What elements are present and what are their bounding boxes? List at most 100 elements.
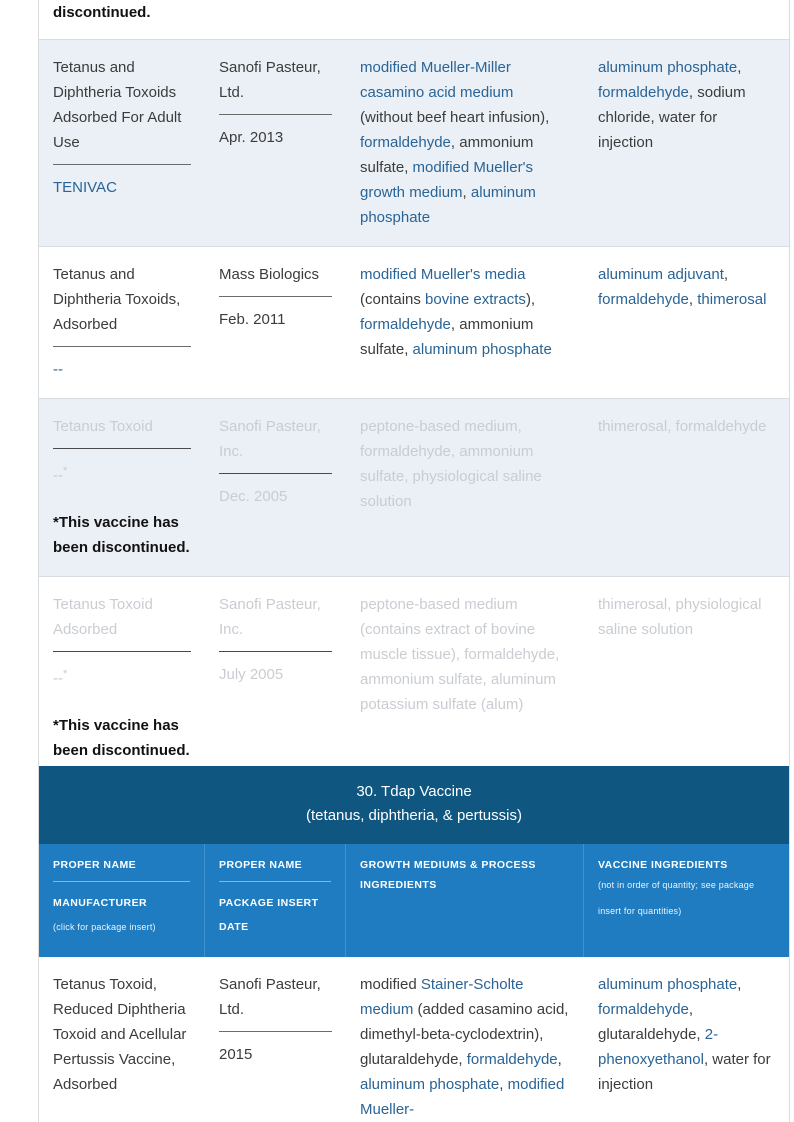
table-row: Tetanus and Diphtheria Toxoids, Adsorbed… [39, 247, 789, 399]
page-root: discontinued. Tetanus and Diphtheria Tox… [0, 0, 794, 1122]
column-header-title: PROPER NAME [219, 859, 303, 871]
td-vaccine-ingredients-cell: thimerosal, physiological saline solutio… [584, 577, 789, 779]
tdap-header-row: PROPER NAME MANUFACTURER (click for packag… [39, 844, 789, 957]
growth-medium-link-2[interactable]: formaldehyde [360, 134, 451, 151]
tdap-vaccine-table: 30. Tdap Vaccine (tetanus, diphtheria, &… [38, 766, 790, 1122]
growth-medium-text-0: modified [360, 976, 421, 993]
column-header-4: VACCINE INGREDIENTS (not in order of quan… [584, 844, 789, 957]
vaccine-ingredient-link-2[interactable]: formaldehyde [598, 84, 689, 101]
table-row: Tetanus and Diphtheria Toxoids Adsorbed … [39, 40, 789, 247]
vaccine-ingredient-text-1: , [737, 976, 742, 993]
td-growth-mediums-cell: modified Mueller's media (contains bovin… [346, 247, 584, 398]
vaccine-ingredient-link-0[interactable]: aluminum phosphate [598, 59, 737, 76]
td-growth-mediums-cell: peptone-based medium (contains extract o… [346, 577, 584, 779]
td-vaccine-ingredients-cell: aluminum phosphate, formaldehyde, sodium… [584, 40, 789, 246]
tdap-title-line-1: 30. Tdap Vaccine [356, 783, 472, 800]
vaccine-ingredient-text-0: thimerosal, formaldehyde [598, 418, 767, 435]
discontinued-asterisk: * [63, 668, 68, 680]
vaccine-ingredient-text-1: , [723, 266, 729, 283]
trade-name-link[interactable]: --* [53, 662, 191, 691]
vaccine-ingredient-link-2[interactable]: formaldehyde [598, 1001, 689, 1018]
proper-name-divider [53, 448, 191, 449]
growth-medium-text-1: (contains [360, 291, 426, 308]
discontinued-asterisk: * [63, 465, 68, 477]
column-header-subtitle: PACKAGE INSERT [219, 897, 319, 909]
manufacturer-label[interactable]: Sanofi Pasteur, Inc. [219, 414, 332, 464]
growth-medium-link-2[interactable]: bovine extracts [425, 291, 526, 308]
td-proper-name-cell: Tetanus Toxoid --* *This vaccine has been … [39, 399, 205, 576]
td-proper-name-cell: Tetanus and Diphtheria Toxoids Adsorbed … [39, 40, 205, 246]
vaccine-ingredient-text-1: , [737, 59, 742, 76]
td-manufacturer-cell: Sanofi Pasteur, Inc. July 2005 [205, 577, 346, 779]
tdap-proper-name-cell: Tetanus Toxoid, Reduced Diphtheria Toxoi… [39, 957, 205, 1122]
growth-medium-text-5: , [462, 184, 471, 201]
table-row: Tetanus Toxoid --* *This vaccine has been … [39, 399, 789, 577]
vaccine-ingredient-link-2[interactable]: formaldehyde [598, 291, 689, 308]
growth-medium-link-0[interactable]: modified Mueller-Miller casamino acid me… [360, 59, 513, 101]
growth-medium-link-0[interactable]: modified Mueller's media [360, 266, 525, 283]
column-header-hint: (not in order of quantity; see package [598, 880, 755, 890]
vaccine-ingredient-link-0[interactable]: aluminum adjuvant [598, 266, 724, 283]
column-header-3: GROWTH MEDIUMS & PROCESS INGREDIENTS [346, 844, 584, 957]
column-header-2: PROPER NAME PACKAGE INSERT DATE [205, 844, 346, 957]
manufacturer-label[interactable]: Sanofi Pasteur, Ltd. [219, 55, 332, 105]
package-insert-date: July 2005 [219, 666, 284, 683]
discontinued-note: *This vaccine has been discontinued. [53, 514, 190, 556]
growth-medium-text-1: (without beef heart infusion), [360, 109, 550, 126]
growth-medium-text-0: peptone-based medium (contains extract o… [360, 596, 560, 713]
growth-medium-text-6: , [499, 1076, 508, 1093]
tdap-table-title: 30. Tdap Vaccine (tetanus, diphtheria, &… [39, 766, 789, 844]
column-header-divider [219, 881, 331, 882]
manufacturer-divider [219, 473, 332, 474]
tdap-table-body: Tetanus Toxoid, Reduced Diphtheria Toxoi… [39, 957, 789, 1122]
td-manufacturer-cell: Sanofi Pasteur, Inc. Dec. 2005 [205, 399, 346, 576]
manufacturer-divider [219, 651, 332, 652]
column-header-title: GROWTH MEDIUMS & PROCESS [360, 859, 536, 871]
vaccine-ingredient-text-3: , [688, 291, 698, 308]
manufacturer-label[interactable]: Sanofi Pasteur, Inc. [219, 592, 332, 642]
growth-medium-link-4[interactable]: formaldehyde [360, 316, 451, 333]
proper-name-label: Tetanus Toxoid Adsorbed [53, 596, 153, 638]
column-header-hint-2: insert for quantities) [598, 906, 682, 916]
td-proper-name-cell: Tetanus and Diphtheria Toxoids, Adsorbed… [39, 247, 205, 398]
manufacturer-label[interactable]: Sanofi Pasteur, Ltd. [219, 972, 332, 1022]
package-insert-date: Dec. 2005 [219, 488, 288, 505]
package-insert-date: 2015 [219, 1046, 253, 1063]
table-row: Tetanus Toxoid Adsorbed --* *This vaccine … [39, 577, 789, 780]
proper-name-divider [53, 346, 191, 347]
growth-medium-link-5[interactable]: aluminum phosphate [360, 1076, 499, 1093]
discontinued-note: *This vaccine has been discontinued. [53, 717, 190, 759]
td-manufacturer-cell: Sanofi Pasteur, Ltd. Apr. 2013 [205, 40, 346, 246]
td-vaccine-ingredients-cell: thimerosal, formaldehyde [584, 399, 789, 576]
column-header-hint: (click for package insert) [53, 922, 156, 932]
column-header-title: PROPER NAME [53, 859, 137, 871]
trade-name-link[interactable]: TENIVAC [53, 175, 191, 200]
trade-name-link[interactable]: -- [53, 357, 191, 382]
vaccine-ingredient-link-0[interactable]: aluminum phosphate [598, 976, 737, 993]
tdap-title-line-2: (tetanus, diphtheria, & pertussis) [306, 807, 522, 824]
td-proper-name-cell: Tetanus Toxoid Adsorbed --* *This vaccine … [39, 577, 205, 779]
column-header-1: PROPER NAME MANUFACTURER (click for packag… [39, 844, 205, 957]
manufacturer-divider [219, 114, 332, 115]
proper-name-divider [53, 651, 191, 652]
td-manufacturer-cell: Mass Biologics Feb. 2011 [205, 247, 346, 398]
growth-medium-link-3[interactable]: formaldehyde [467, 1051, 558, 1068]
discontinued-note-continuation: discontinued. [53, 4, 151, 21]
growth-medium-text-0: peptone-based medium, formaldehyde, ammo… [360, 418, 542, 510]
trade-name-link[interactable]: --* [53, 459, 191, 488]
vaccine-ingredient-link-4[interactable]: thimerosal [697, 291, 766, 308]
proper-name-label: Tetanus Toxoid [53, 418, 153, 435]
td-growth-mediums-cell: peptone-based medium, formaldehyde, ammo… [346, 399, 584, 576]
manufacturer-label[interactable]: Mass Biologics [219, 262, 332, 287]
td-vaccine-table: Tetanus and Diphtheria Toxoids Adsorbed … [38, 40, 790, 780]
table-row: Tetanus Toxoid, Reduced Diphtheria Toxoi… [39, 957, 789, 1122]
package-insert-date: Feb. 2011 [219, 311, 286, 328]
growth-medium-link-6[interactable]: aluminum phosphate [413, 341, 552, 358]
growth-medium-text-4: , [557, 1051, 562, 1068]
column-header-title: VACCINE INGREDIENTS [598, 859, 728, 871]
growth-medium-text-3: ), [525, 291, 536, 308]
column-header-subtitle: INGREDIENTS [360, 879, 437, 891]
proper-name-label: Tetanus and Diphtheria Toxoids Adsorbed … [53, 59, 182, 151]
column-header-subtitle: MANUFACTURER [53, 897, 148, 909]
manufacturer-divider [219, 296, 332, 297]
